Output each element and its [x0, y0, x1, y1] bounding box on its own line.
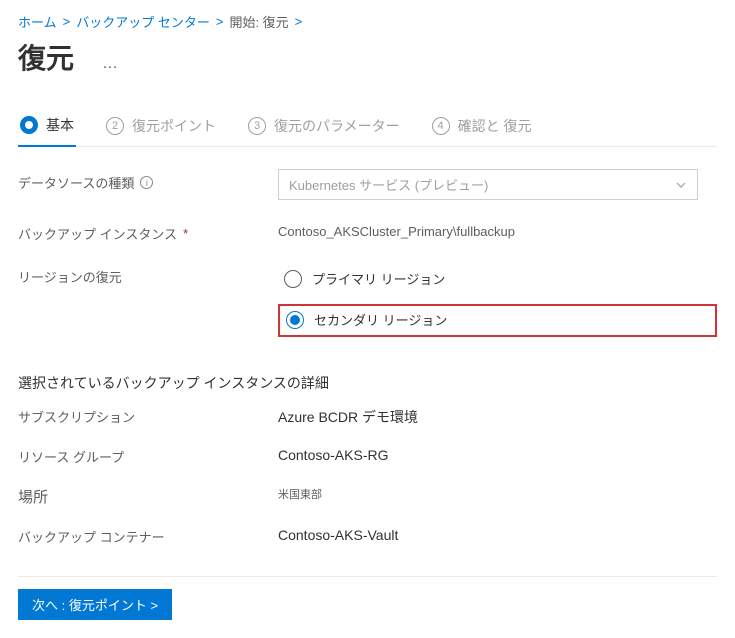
datasource-type-select[interactable]: Kubernetes サービス (プレビュー): [278, 169, 698, 200]
label-text: リージョンの復元: [18, 267, 122, 286]
info-icon[interactable]: i: [140, 176, 153, 189]
tab-label: 復元ポイント: [132, 116, 216, 136]
tab-number-icon: 3: [248, 117, 266, 135]
chevron-down-icon: [675, 179, 687, 191]
tab-label: 復元のパラメーター: [274, 116, 400, 136]
resource-group-label: リソース グループ: [18, 447, 258, 466]
radio-secondary-region[interactable]: セカンダリ リージョン: [286, 310, 447, 329]
radio-icon: [286, 311, 304, 329]
tab-review-restore[interactable]: 4 確認と 復元: [430, 115, 534, 146]
chevron-right-icon: >: [216, 14, 224, 29]
selected-instance-details-heading: 選択されているバックアップ インスタンスの詳細: [18, 373, 717, 393]
location-value: 米国東部: [278, 486, 717, 507]
page-title: 復元: [18, 37, 74, 77]
chevron-right-icon: >: [295, 14, 303, 29]
next-restore-point-button[interactable]: 次へ : 復元ポイント >: [18, 589, 172, 620]
breadcrumb-backup-center[interactable]: バックアップ センター: [76, 12, 210, 31]
datasource-type-label: データソースの種類 i: [18, 169, 258, 192]
select-value: Kubernetes サービス (プレビュー): [289, 175, 488, 194]
label-text: バックアップ インスタンス: [18, 224, 177, 243]
tab-number-icon: [20, 116, 38, 134]
highlight-box: セカンダリ リージョン: [278, 304, 717, 337]
chevron-right-icon: >: [63, 14, 71, 29]
restore-region-label: リージョンの復元: [18, 263, 258, 286]
resource-group-value: Contoso-AKS-RG: [278, 447, 717, 466]
backup-instance-label: バックアップ インスタンス *: [18, 220, 258, 243]
location-label: 場所: [18, 486, 258, 507]
tab-label: 基本: [46, 115, 74, 135]
label-text: データソースの種類: [18, 173, 134, 192]
wizard-tabs: 基本 2 復元ポイント 3 復元のパラメーター 4 確認と 復元: [18, 115, 717, 147]
restore-region-radio-group: プライマリ リージョン セカンダリ リージョン: [278, 263, 717, 337]
radio-label: セカンダリ リージョン: [314, 310, 447, 329]
radio-label: プライマリ リージョン: [312, 269, 445, 288]
required-asterisk: *: [183, 226, 188, 241]
tab-number-icon: 4: [432, 117, 450, 135]
breadcrumb-current: 開始: 復元: [229, 12, 288, 31]
tab-number-icon: 2: [106, 117, 124, 135]
radio-icon: [284, 270, 302, 288]
subscription-value: Azure BCDR デモ環境: [278, 407, 717, 427]
breadcrumb-home[interactable]: ホーム: [18, 12, 57, 31]
tab-restore-params[interactable]: 3 復元のパラメーター: [246, 115, 402, 146]
tab-label: 確認と 復元: [458, 116, 532, 136]
radio-primary-region[interactable]: プライマリ リージョン: [284, 269, 445, 288]
backup-instance-value: Contoso_AKSCluster_Primary\fullbackup: [278, 220, 717, 239]
more-icon[interactable]: …: [102, 55, 120, 73]
subscription-label: サブスクリプション: [18, 407, 258, 427]
tab-basic[interactable]: 基本: [18, 115, 76, 147]
breadcrumb: ホーム > バックアップ センター > 開始: 復元 >: [18, 12, 717, 31]
tab-restore-point[interactable]: 2 復元ポイント: [104, 115, 218, 146]
